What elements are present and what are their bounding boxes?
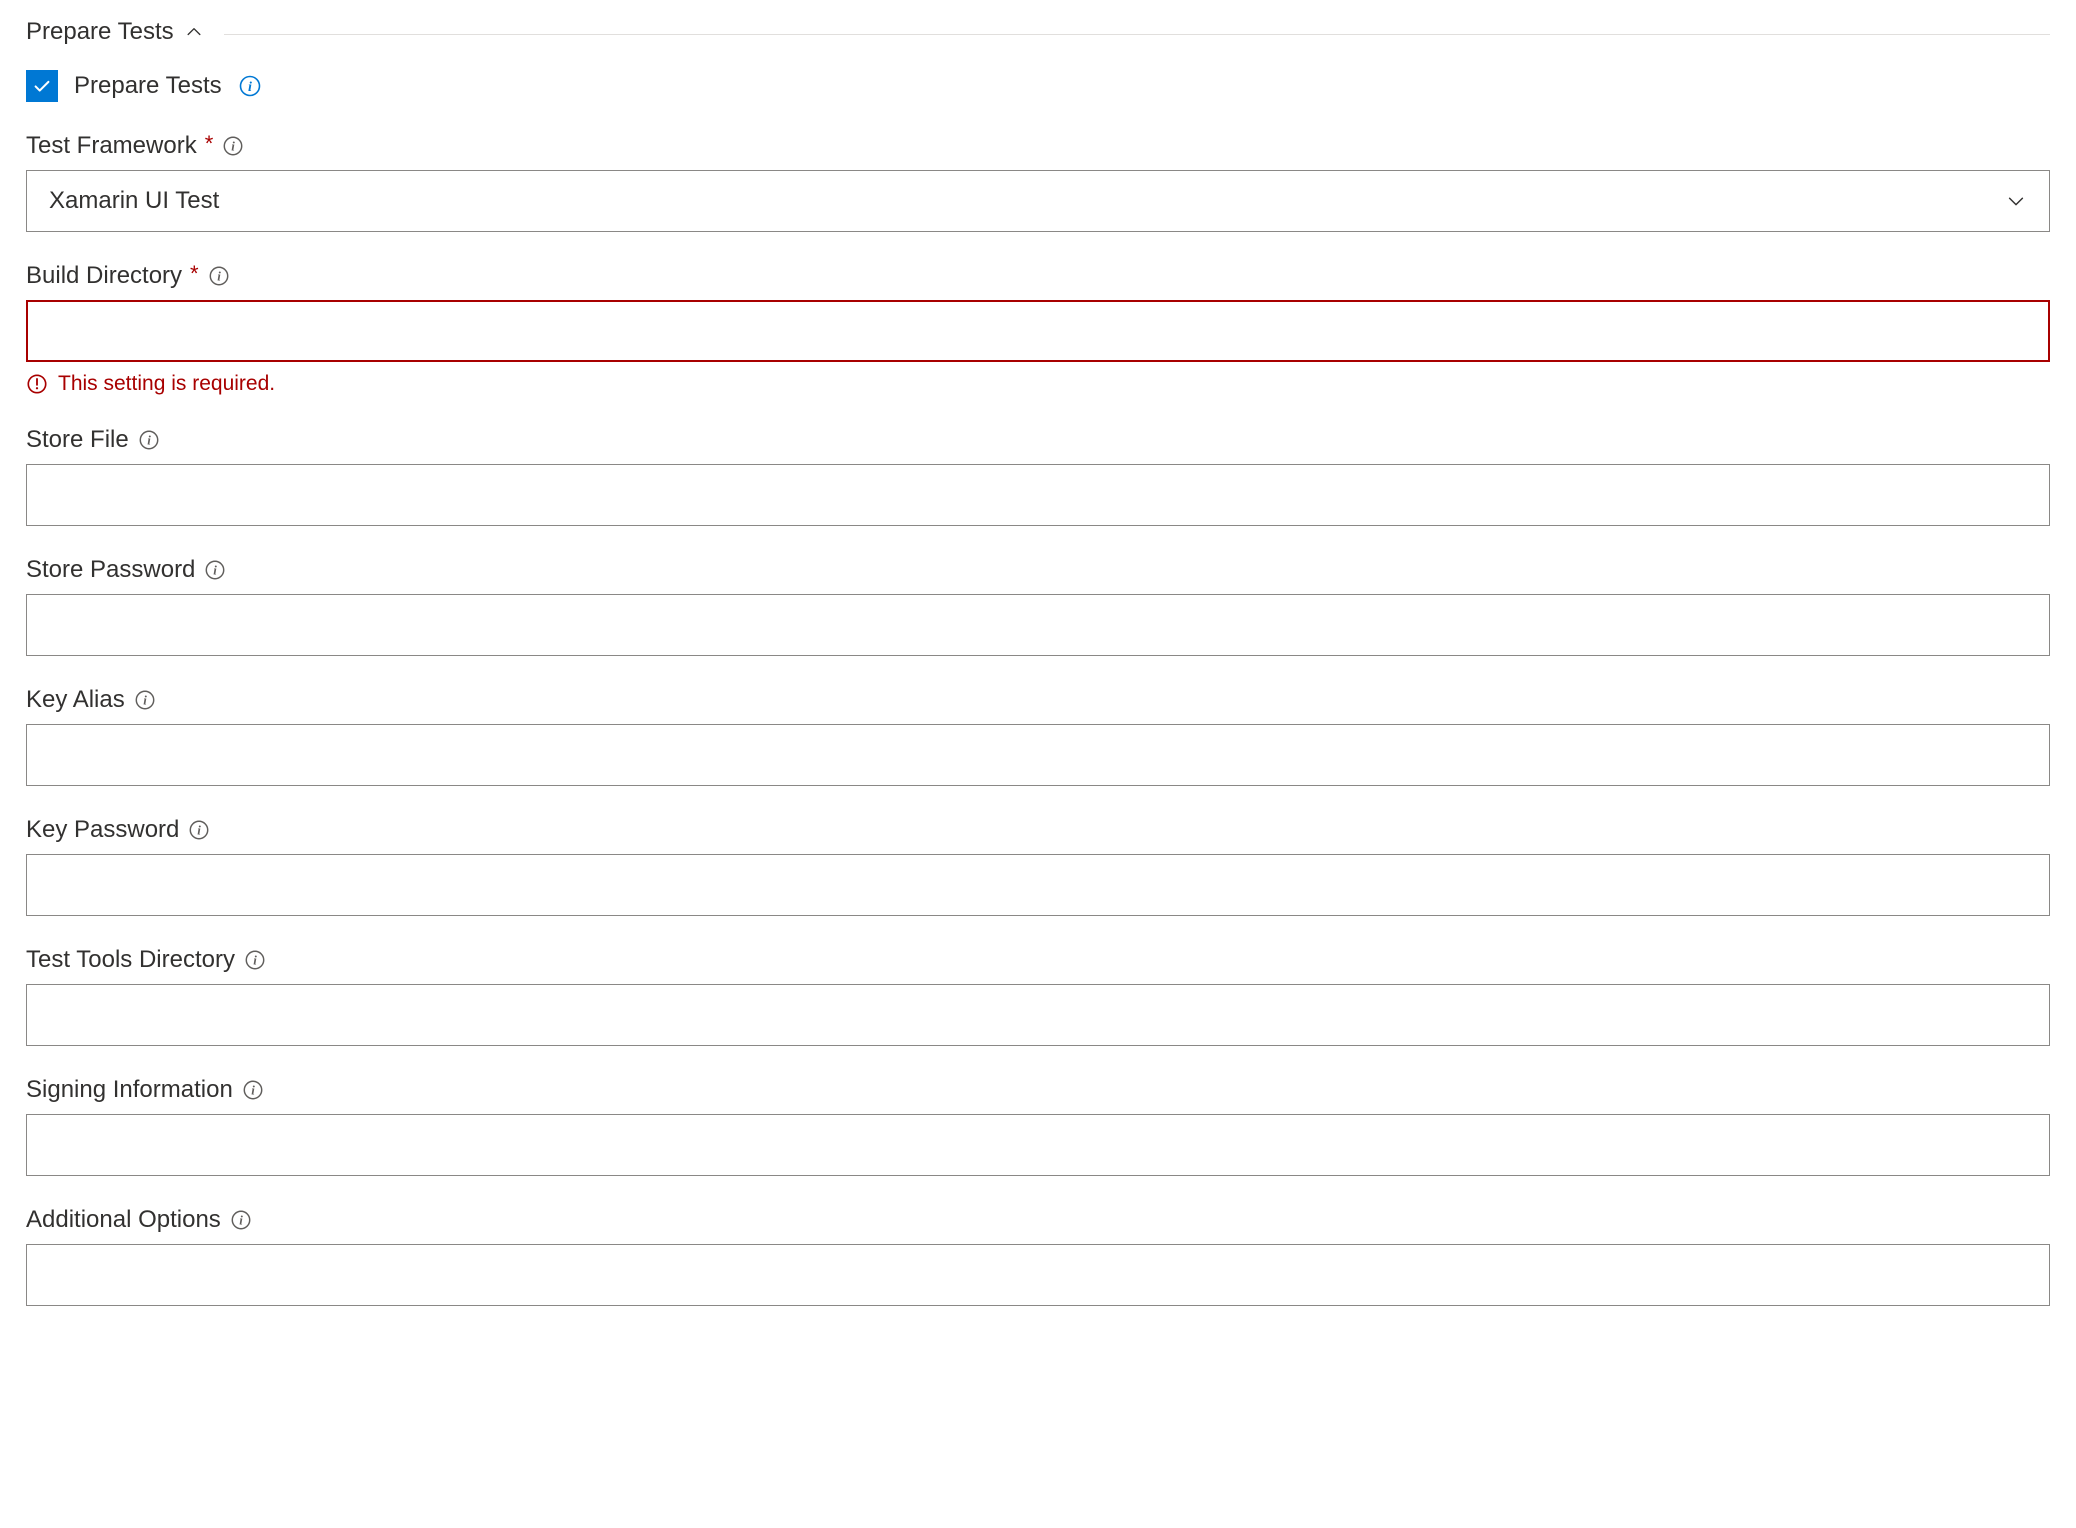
info-icon[interactable]: i xyxy=(133,688,157,712)
test-tools-directory-label: Test Tools Directory xyxy=(26,946,235,974)
svg-text:i: i xyxy=(198,824,202,838)
prepare-tests-checkbox-row: Prepare Tests i xyxy=(26,70,2050,102)
form-container: Prepare Tests Prepare Tests i Test Frame… xyxy=(0,0,2076,1366)
info-icon[interactable]: i xyxy=(221,134,245,158)
store-file-input[interactable] xyxy=(26,464,2050,526)
signing-information-input[interactable] xyxy=(26,1114,2050,1176)
additional-options-label-line: Additional Options i xyxy=(26,1206,2050,1234)
test-tools-directory-row: Test Tools Directory i xyxy=(26,946,2050,1046)
build-directory-input[interactable] xyxy=(26,300,2050,362)
section-header[interactable]: Prepare Tests xyxy=(26,18,2050,46)
build-directory-error: This setting is required. xyxy=(26,372,2050,396)
error-icon xyxy=(26,373,48,395)
info-icon[interactable]: i xyxy=(137,428,161,452)
svg-text:i: i xyxy=(214,564,218,578)
build-directory-label-line: Build Directory * i xyxy=(26,262,2050,290)
key-password-input[interactable] xyxy=(26,854,2050,916)
required-asterisk: * xyxy=(190,261,199,287)
svg-text:i: i xyxy=(248,80,252,95)
store-password-row: Store Password i xyxy=(26,556,2050,656)
svg-text:i: i xyxy=(147,434,151,448)
key-password-label-line: Key Password i xyxy=(26,816,2050,844)
additional-options-input[interactable] xyxy=(26,1244,2050,1306)
test-framework-select[interactable]: Xamarin UI Test xyxy=(26,170,2050,232)
additional-options-row: Additional Options i xyxy=(26,1206,2050,1306)
key-password-label: Key Password xyxy=(26,816,179,844)
additional-options-label: Additional Options xyxy=(26,1206,221,1234)
test-tools-directory-label-line: Test Tools Directory i xyxy=(26,946,2050,974)
prepare-tests-checkbox-label: Prepare Tests xyxy=(74,72,222,100)
test-framework-label: Test Framework xyxy=(26,132,197,160)
svg-text:i: i xyxy=(239,1214,243,1228)
key-alias-label-line: Key Alias i xyxy=(26,686,2050,714)
store-file-label-line: Store File i xyxy=(26,426,2050,454)
info-icon[interactable]: i xyxy=(238,74,262,98)
required-asterisk: * xyxy=(205,131,214,157)
info-icon[interactable]: i xyxy=(229,1208,253,1232)
test-framework-row: Test Framework * i Xamarin UI Test xyxy=(26,132,2050,232)
svg-text:i: i xyxy=(253,954,257,968)
test-tools-directory-input[interactable] xyxy=(26,984,2050,1046)
info-icon[interactable]: i xyxy=(243,948,267,972)
section-title: Prepare Tests xyxy=(26,18,174,46)
svg-text:i: i xyxy=(231,140,235,154)
info-icon[interactable]: i xyxy=(203,558,227,582)
signing-information-label-line: Signing Information i xyxy=(26,1076,2050,1104)
store-file-row: Store File i xyxy=(26,426,2050,526)
test-framework-value: Xamarin UI Test xyxy=(49,187,219,215)
key-alias-input[interactable] xyxy=(26,724,2050,786)
info-icon[interactable]: i xyxy=(187,818,211,842)
signing-information-label: Signing Information xyxy=(26,1076,233,1104)
store-password-label: Store Password xyxy=(26,556,195,584)
key-alias-row: Key Alias i xyxy=(26,686,2050,786)
build-directory-row: Build Directory * i This setting is requ… xyxy=(26,262,2050,396)
store-file-label: Store File xyxy=(26,426,129,454)
svg-text:i: i xyxy=(217,270,221,284)
store-password-input[interactable] xyxy=(26,594,2050,656)
test-framework-label-line: Test Framework * i xyxy=(26,132,2050,160)
chevron-down-icon xyxy=(2005,190,2027,212)
key-alias-label: Key Alias xyxy=(26,686,125,714)
chevron-up-icon[interactable] xyxy=(184,22,204,42)
key-password-row: Key Password i xyxy=(26,816,2050,916)
info-icon[interactable]: i xyxy=(241,1078,265,1102)
build-directory-error-text: This setting is required. xyxy=(58,372,275,396)
svg-text:i: i xyxy=(143,694,147,708)
store-password-label-line: Store Password i xyxy=(26,556,2050,584)
info-icon[interactable]: i xyxy=(207,264,231,288)
section-divider xyxy=(224,34,2050,35)
signing-information-row: Signing Information i xyxy=(26,1076,2050,1176)
svg-text:i: i xyxy=(251,1084,255,1098)
build-directory-label: Build Directory xyxy=(26,262,182,290)
prepare-tests-checkbox[interactable] xyxy=(26,70,58,102)
